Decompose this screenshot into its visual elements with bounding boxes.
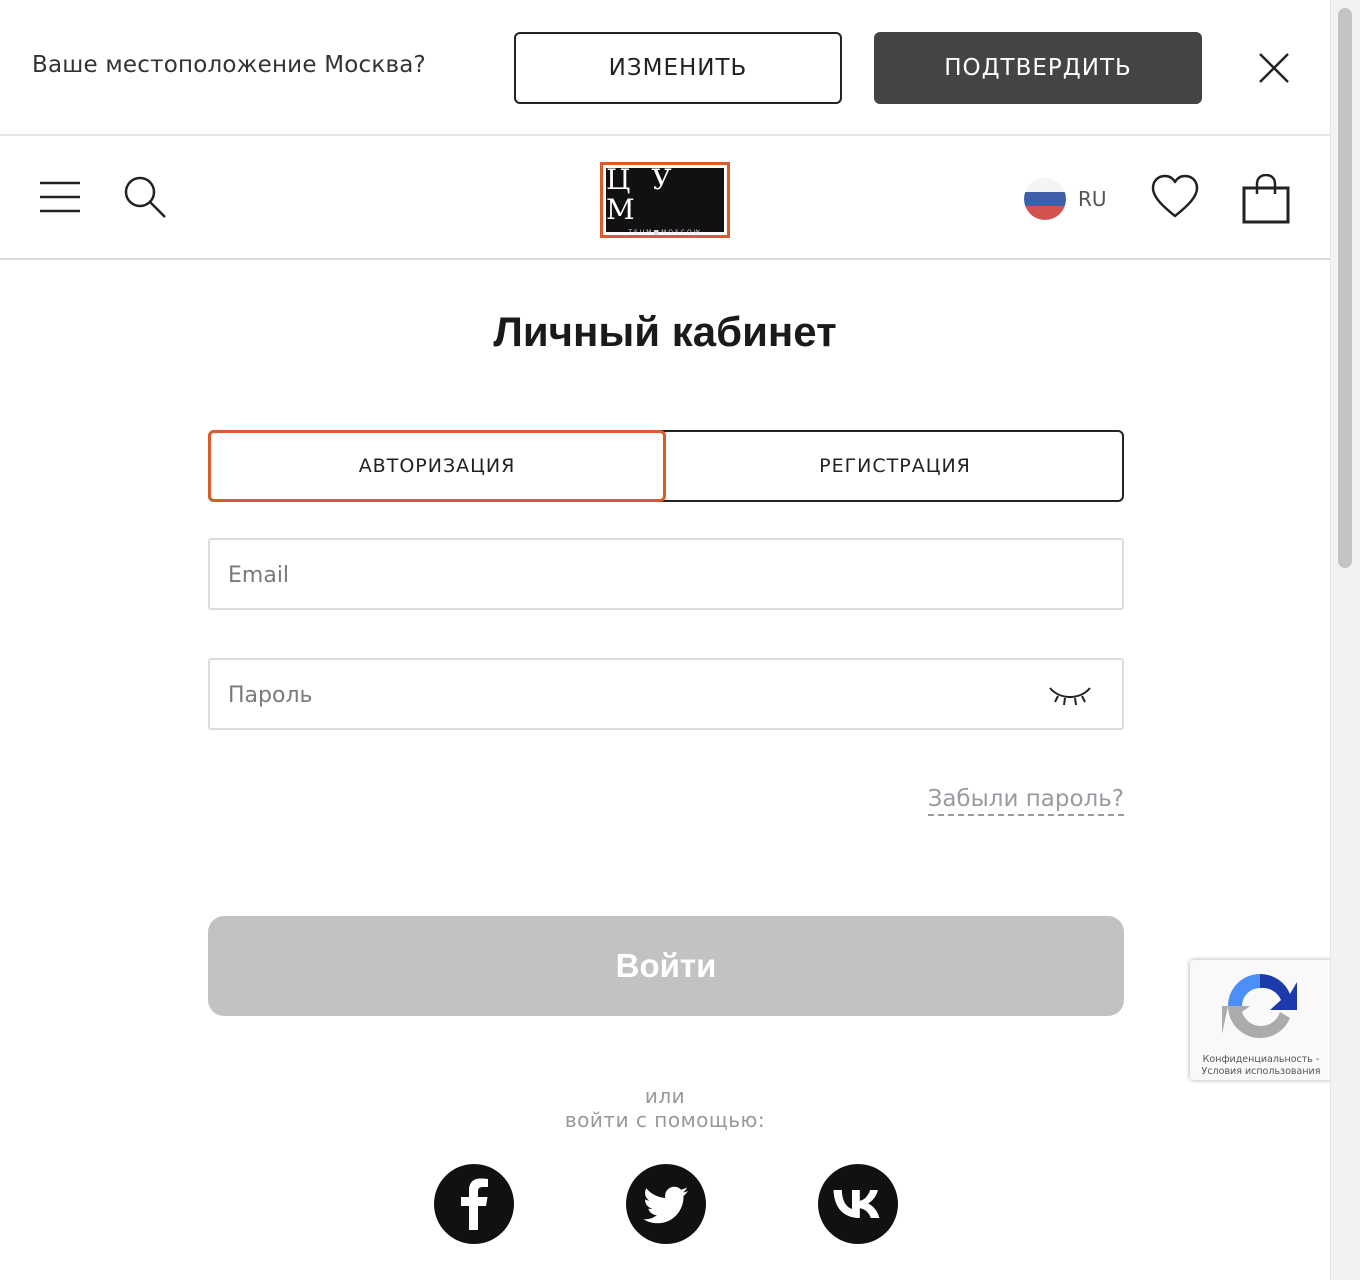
site-header: Ц У М TSUM■MOSCOW RU: [0, 138, 1330, 260]
menu-icon[interactable]: [38, 180, 82, 214]
vk-icon: [833, 1190, 880, 1218]
forgot-password-link[interactable]: Забыли пароль?: [927, 786, 1124, 816]
facebook-login-button[interactable]: [434, 1164, 514, 1244]
auth-tabs: АВТОРИЗАЦИЯ РЕГИСТРАЦИЯ: [208, 430, 1124, 502]
page: Ваше местоположение Москва? ИЗМЕНИТЬ ПОД…: [0, 0, 1332, 1280]
email-field[interactable]: [226, 540, 1010, 610]
vertical-scrollbar[interactable]: [1330, 0, 1360, 1280]
vk-login-button[interactable]: [818, 1164, 898, 1244]
recaptcha-privacy-link[interactable]: Конфиденциальность -: [1190, 1054, 1332, 1066]
confirm-location-button[interactable]: ПОДТВЕРДИТЬ: [874, 32, 1202, 104]
change-location-button[interactable]: ИЗМЕНИТЬ: [514, 32, 842, 104]
password-field[interactable]: [226, 660, 1010, 730]
eye-closed-icon[interactable]: [1048, 682, 1092, 708]
language-switcher[interactable]: RU: [1024, 178, 1107, 220]
login-button[interactable]: Войти: [208, 916, 1124, 1016]
or-label: или: [644, 1084, 686, 1108]
social-login-label: войти с помощью:: [564, 1108, 766, 1132]
twitter-icon: [643, 1186, 688, 1224]
facebook-icon: [461, 1178, 488, 1230]
email-field-wrapper: [208, 538, 1124, 610]
close-icon[interactable]: [1254, 48, 1294, 88]
search-icon[interactable]: [122, 174, 168, 220]
logo-subtext: TSUM■MOSCOW: [628, 228, 702, 236]
location-question: Ваше местоположение Москва?: [32, 52, 426, 78]
social-login-caption: или войти с помощью:: [0, 1084, 1330, 1132]
page-title: Личный кабинет: [493, 308, 837, 355]
recaptcha-badge[interactable]: Конфиденциальность - Условия использован…: [1190, 960, 1332, 1080]
password-field-wrapper: [208, 658, 1124, 730]
logo[interactable]: Ц У М TSUM■MOSCOW: [600, 162, 730, 238]
logo-text: Ц У М: [606, 162, 678, 226]
heart-icon[interactable]: [1150, 174, 1200, 220]
twitter-login-button[interactable]: [626, 1164, 706, 1244]
russia-flag-icon: [1024, 178, 1066, 220]
location-bar: Ваше местоположение Москва? ИЗМЕНИТЬ ПОД…: [0, 0, 1330, 136]
language-label: RU: [1078, 187, 1107, 211]
recaptcha-icon: [1222, 973, 1297, 1039]
recaptcha-terms-link[interactable]: Условия использования: [1190, 1066, 1332, 1078]
tab-login[interactable]: АВТОРИЗАЦИЯ: [208, 430, 666, 502]
logo-mark: Ц У М TSUM■MOSCOW: [606, 162, 724, 236]
recaptcha-links: Конфиденциальность - Условия использован…: [1190, 1054, 1332, 1078]
tab-register[interactable]: РЕГИСТРАЦИЯ: [666, 430, 1124, 502]
shopping-bag-icon[interactable]: [1240, 173, 1292, 224]
scrollbar-thumb[interactable]: [1338, 8, 1352, 568]
